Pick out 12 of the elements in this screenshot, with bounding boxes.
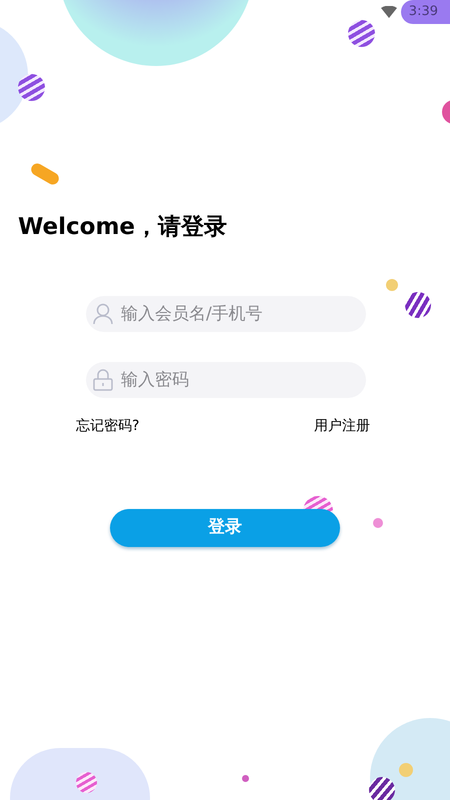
register-link[interactable]: 用户注册 [314,416,370,437]
status-time: 3:39 [400,0,450,24]
ball-decoration [242,775,249,782]
username-field[interactable]: 输入会员名/手机号 [86,296,366,332]
lock-icon [93,369,113,391]
ball-decoration [373,518,383,528]
wifi-icon [380,6,397,18]
password-field[interactable]: 输入密码 [86,362,366,398]
forgot-password-link[interactable]: 忘记密码? [76,416,140,437]
welcome-title: Welcome，请登录 [18,213,228,242]
ball-decoration [386,279,398,291]
user-icon [93,303,113,325]
